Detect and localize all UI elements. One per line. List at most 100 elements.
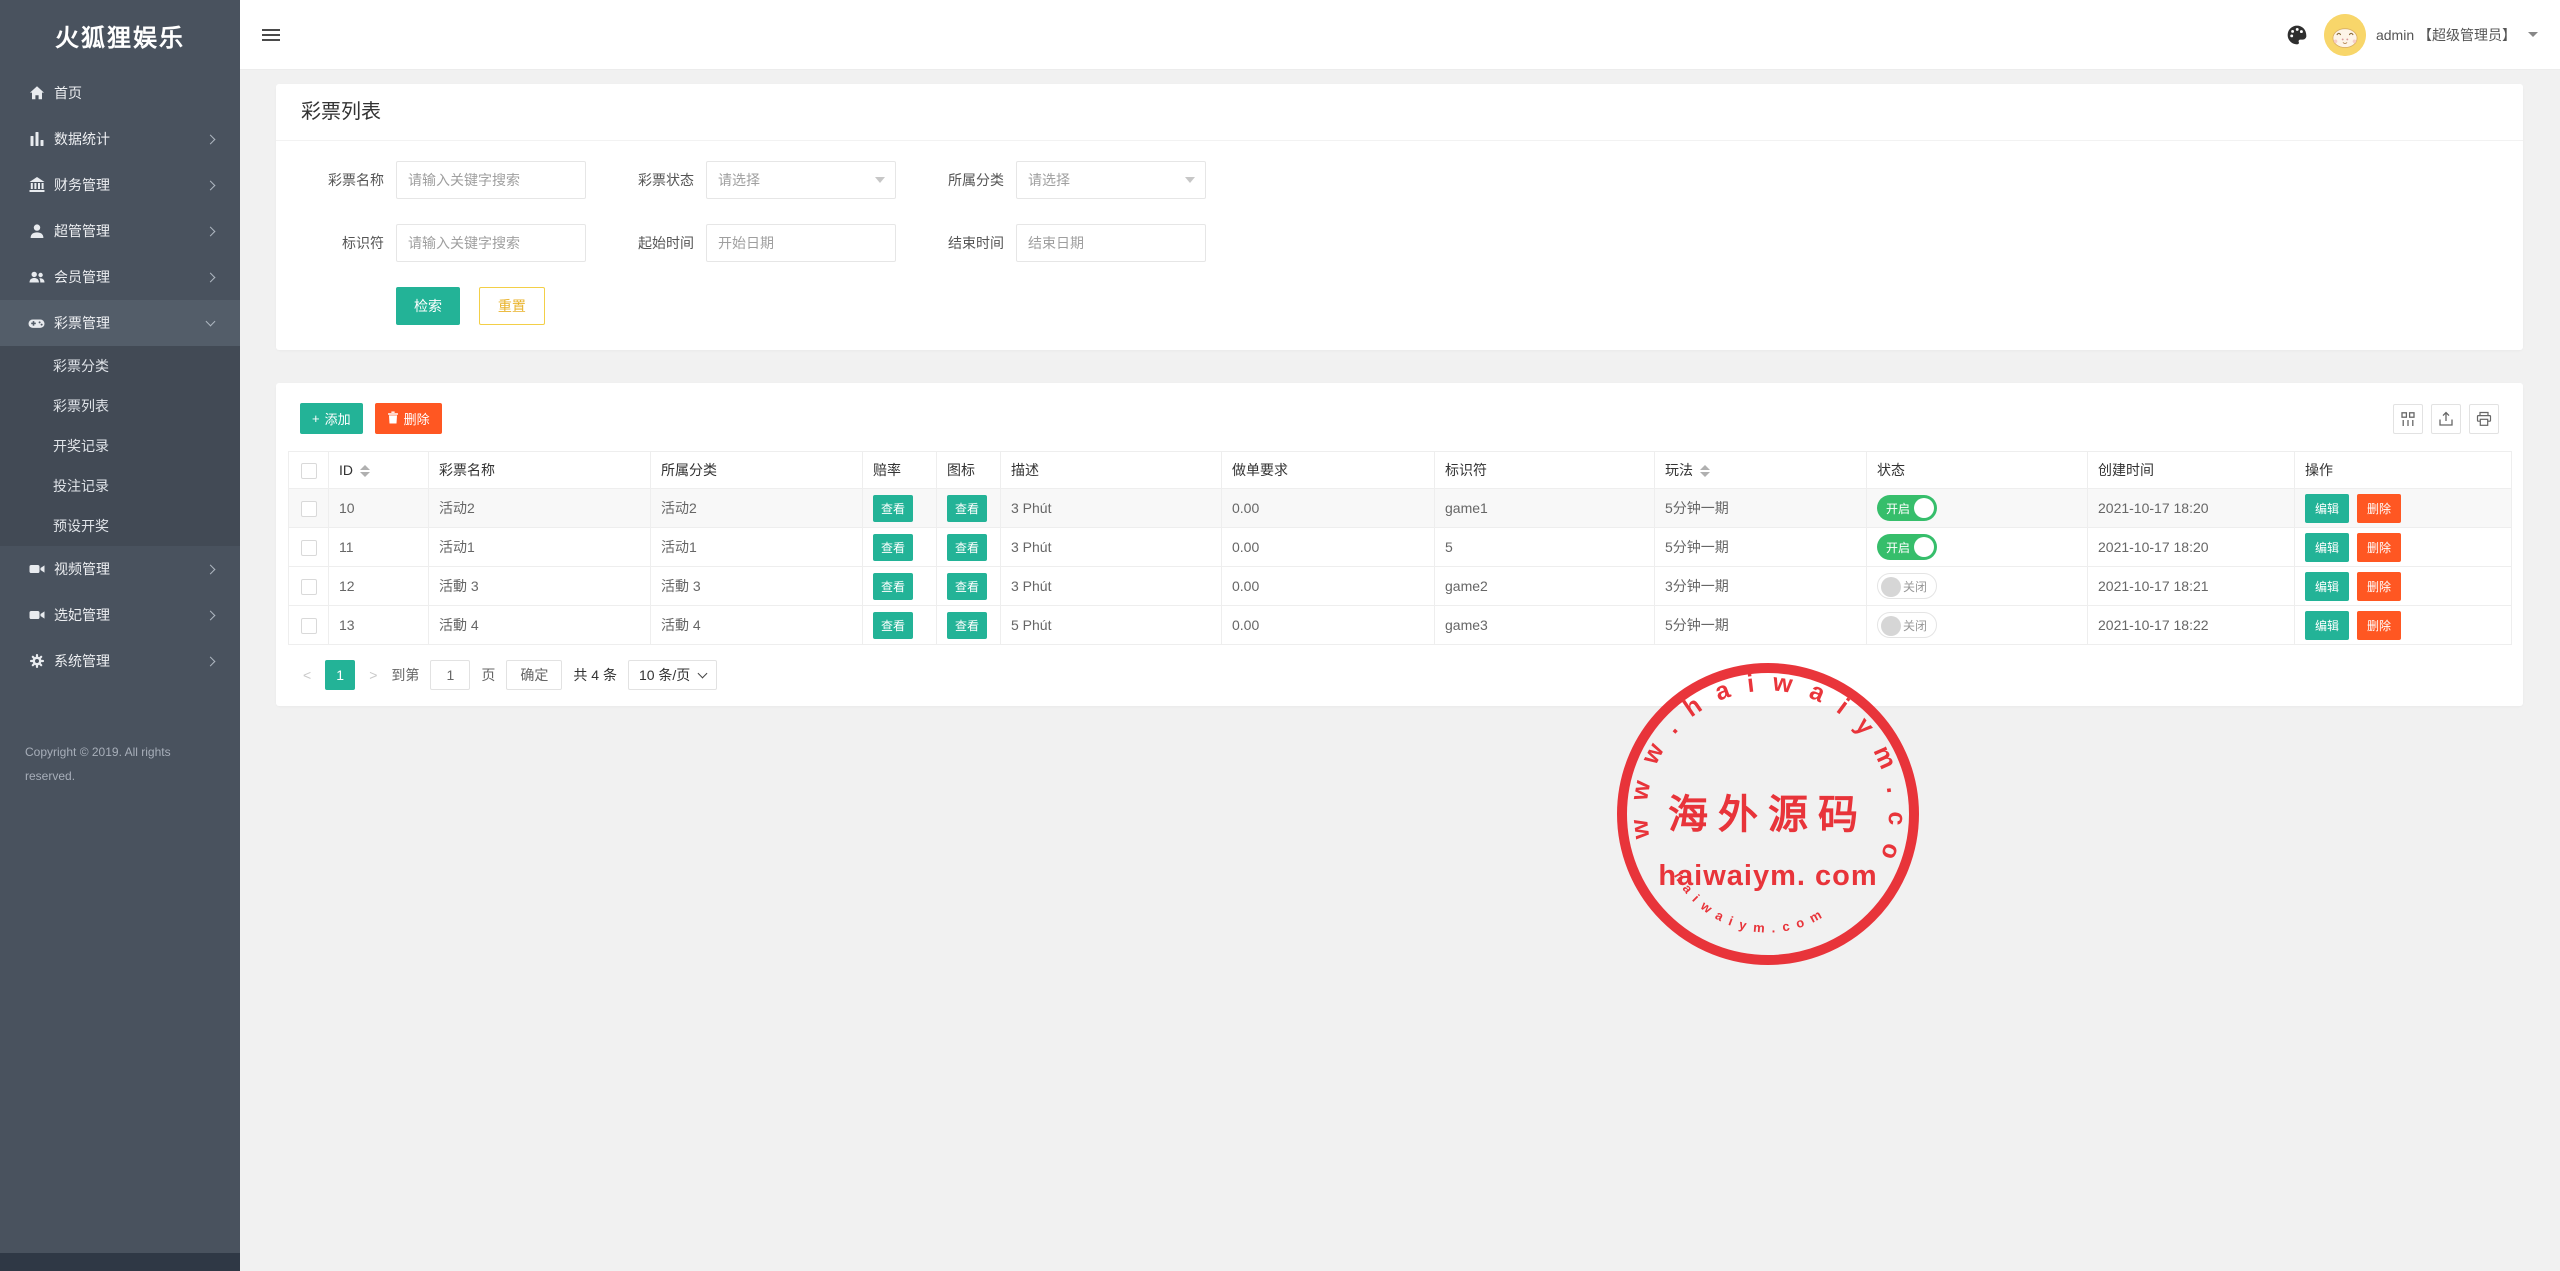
- reset-button[interactable]: 重置: [479, 287, 545, 325]
- row-checkbox[interactable]: [301, 579, 317, 595]
- sidebar-item-finance[interactable]: 财务管理: [0, 162, 240, 208]
- goto-label: 到第: [391, 665, 419, 685]
- export-button[interactable]: [2431, 404, 2461, 434]
- lottery-name-input[interactable]: [396, 161, 586, 199]
- select-caret-icon: [875, 177, 885, 183]
- sidebar-item-label: 首页: [54, 83, 214, 103]
- cell-created: 2021-10-17 18:22: [2088, 606, 2295, 645]
- lottery-status-select[interactable]: 请选择: [706, 161, 896, 199]
- cell-category: 活动2: [651, 489, 863, 528]
- col-play[interactable]: 玩法: [1655, 452, 1867, 489]
- view-odds-button[interactable]: 查看: [873, 534, 913, 561]
- view-icon-button[interactable]: 查看: [947, 612, 987, 639]
- cell-created: 2021-10-17 18:20: [2088, 528, 2295, 567]
- col-ops: 操作: [2295, 452, 2512, 489]
- topbar: admin 【超级管理员】: [240, 0, 2560, 70]
- view-odds-button[interactable]: 查看: [873, 573, 913, 600]
- col-status: 状态: [1867, 452, 2088, 489]
- sidebar-subitem-draw-records[interactable]: 开奖记录: [0, 426, 240, 466]
- status-toggle[interactable]: 开启: [1877, 534, 1937, 560]
- sidebar-item-lottery[interactable]: 彩票管理: [0, 300, 240, 346]
- edit-button[interactable]: 编辑: [2305, 572, 2349, 601]
- sidebar-item-label: 财务管理: [54, 175, 207, 195]
- row-delete-button[interactable]: 删除: [2357, 611, 2401, 640]
- identifier-input[interactable]: [396, 224, 586, 262]
- chevron-right-icon: [206, 134, 216, 144]
- user-icon: [28, 223, 45, 240]
- sidebar-item-system[interactable]: 系统管理: [0, 638, 240, 684]
- cell-play: 5分钟一期: [1655, 606, 1867, 645]
- row-delete-button[interactable]: 删除: [2357, 494, 2401, 523]
- menu-toggle-icon[interactable]: [262, 26, 282, 44]
- view-icon-button[interactable]: 查看: [947, 534, 987, 561]
- users-icon: [28, 269, 45, 286]
- sort-icon[interactable]: [360, 465, 370, 477]
- col-category: 所属分类: [651, 452, 863, 489]
- category-select[interactable]: 请选择: [1016, 161, 1206, 199]
- row-delete-button[interactable]: 删除: [2357, 572, 2401, 601]
- sidebar-item-label: 彩票管理: [54, 313, 207, 333]
- view-odds-button[interactable]: 查看: [873, 612, 913, 639]
- view-icon-button[interactable]: 查看: [947, 573, 987, 600]
- cell-play: 5分钟一期: [1655, 528, 1867, 567]
- status-toggle[interactable]: 关闭: [1877, 612, 1937, 638]
- sidebar-subitem-lottery-list[interactable]: 彩票列表: [0, 386, 240, 426]
- cell-desc: 3 Phút: [1001, 489, 1222, 528]
- cell-id: 12: [329, 567, 429, 606]
- sidebar-item-members[interactable]: 会员管理: [0, 254, 240, 300]
- cell-name: 活动1: [429, 528, 651, 567]
- start-date-input[interactable]: [706, 224, 896, 262]
- cell-code: game3: [1435, 606, 1655, 645]
- row-checkbox[interactable]: [301, 540, 317, 556]
- search-button[interactable]: 检索: [396, 287, 460, 325]
- add-button[interactable]: + 添加: [300, 403, 363, 434]
- next-page-button[interactable]: >: [366, 667, 380, 683]
- row-checkbox[interactable]: [301, 501, 317, 517]
- cell-order: 0.00: [1222, 489, 1435, 528]
- chevron-right-icon: [206, 272, 216, 282]
- edit-button[interactable]: 编辑: [2305, 494, 2349, 523]
- chevron-right-icon: [206, 180, 216, 190]
- end-date-input[interactable]: [1016, 224, 1206, 262]
- sidebar-subitem-bet-records[interactable]: 投注记录: [0, 466, 240, 506]
- bar-chart-icon: [28, 131, 45, 148]
- cell-id: 10: [329, 489, 429, 528]
- sidebar-item-label: 数据统计: [54, 129, 207, 149]
- edit-button[interactable]: 编辑: [2305, 611, 2349, 640]
- select-caret-icon: [1185, 177, 1195, 183]
- status-toggle[interactable]: 开启: [1877, 495, 1937, 521]
- page-1-button[interactable]: 1: [325, 660, 355, 690]
- row-delete-button[interactable]: 删除: [2357, 533, 2401, 562]
- goto-confirm-button[interactable]: 确定: [506, 660, 562, 690]
- goto-page-input[interactable]: [430, 660, 470, 690]
- view-odds-button[interactable]: 查看: [873, 495, 913, 522]
- status-toggle[interactable]: 关闭: [1877, 573, 1937, 599]
- category-label: 所属分类: [924, 170, 1004, 190]
- main-content: 彩票列表 彩票名称 彩票状态 请选择 所属分类 请选择: [240, 70, 2560, 1271]
- row-checkbox[interactable]: [301, 618, 317, 634]
- sidebar-item-video[interactable]: 视频管理: [0, 546, 240, 592]
- view-icon-button[interactable]: 查看: [947, 495, 987, 522]
- video-camera-icon: [28, 561, 45, 578]
- col-id[interactable]: ID: [329, 452, 429, 489]
- sidebar-item-superadmin[interactable]: 超管管理: [0, 208, 240, 254]
- plus-icon: +: [312, 411, 320, 426]
- per-page-select[interactable]: 10 条/页: [628, 660, 717, 690]
- sidebar-item-concubine[interactable]: 选妃管理: [0, 592, 240, 638]
- sort-icon[interactable]: [1700, 465, 1710, 477]
- sidebar-subitem-preset-draw[interactable]: 预设开奖: [0, 506, 240, 546]
- table-card: + 添加 删除: [276, 383, 2523, 706]
- print-button[interactable]: [2469, 404, 2499, 434]
- sidebar-item-stats[interactable]: 数据统计: [0, 116, 240, 162]
- columns-filter-button[interactable]: [2393, 404, 2423, 434]
- theme-palette-icon[interactable]: [2286, 24, 2308, 46]
- sidebar-subitem-lottery-category[interactable]: 彩票分类: [0, 346, 240, 386]
- edit-button[interactable]: 编辑: [2305, 533, 2349, 562]
- sidebar-item-home[interactable]: 首页: [0, 70, 240, 116]
- select-all-checkbox[interactable]: [301, 463, 317, 479]
- prev-page-button[interactable]: <: [300, 667, 314, 683]
- chevron-down-icon: [206, 316, 216, 326]
- user-menu[interactable]: admin 【超级管理员】: [2324, 14, 2538, 56]
- caret-down-icon: [2528, 32, 2538, 37]
- delete-button[interactable]: 删除: [375, 403, 442, 434]
